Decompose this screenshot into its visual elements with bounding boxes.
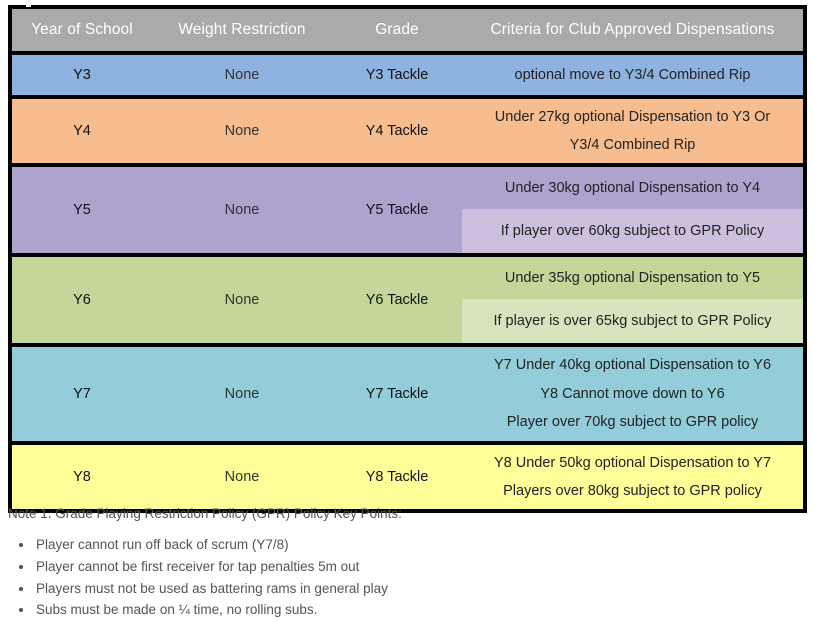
criteria-line: Y3/4 Combined Rip [569, 137, 696, 153]
criteria-cell: Y8 Under 50kg optional Dispensation to Y… [462, 441, 805, 511]
top-edge-artifact [26, 0, 31, 7]
weight-restriction-cell: None [152, 163, 332, 255]
criteria-line: Y7 Under 40kg optional Dispensation to Y… [493, 357, 772, 374]
criteria-line: Under 30kg optional Dispensation to Y4 [504, 179, 761, 196]
grade-cell: Y3 Tackle [332, 51, 462, 97]
table-header-row: Year of School Weight Restriction Grade Cri… [10, 7, 805, 53]
table-row: Y6 None Y6 Tackle Under 35kg optional Dispe… [10, 253, 805, 345]
criteria-cell: Under 35kg optional Dispensation to Y5 [462, 253, 805, 299]
year-cell: Y4 [10, 95, 152, 165]
grade-cell: Y8 Tackle [332, 441, 462, 511]
grade-cell: Y7 Tackle [332, 343, 462, 443]
grade-cell: Y6 Tackle [332, 253, 462, 345]
criteria-cell: optional move to Y3/4 Combined Rip [462, 51, 805, 97]
table-row: Y3 None Y3 Tackle optional move to Y3/4 Com… [10, 51, 805, 97]
grade-cell: Y5 Tackle [332, 163, 462, 255]
table-row: Y8 None Y8 Tackle Y8 Under 50kg optional Di… [10, 441, 805, 511]
year-cell: Y6 [10, 253, 152, 345]
column-header-3: Criteria for Club Approved Dispensations [462, 7, 805, 53]
criteria-line: If player is over 65kg subject to GPR Po… [493, 312, 772, 329]
notes-section: Note 1. Grade Playing Restriction Policy… [8, 505, 708, 621]
note-item: Player cannot be first receiver for tap … [34, 556, 708, 578]
grade-playing-restrictions-table: Year of School Weight Restriction Grade Cri… [8, 5, 807, 513]
criteria-cell: Under 27kg optional Dispensation to Y3 O… [462, 95, 805, 165]
note-item: Players must not be used as battering ra… [34, 578, 708, 600]
criteria-line: Players over 80kg subject to GPR policy [503, 483, 762, 499]
grade-cell: Y4 Tackle [332, 95, 462, 165]
year-cell: Y3 [10, 51, 152, 97]
table-row: Y5 None Y5 Tackle Under 30kg optional Dispe… [10, 163, 805, 255]
criteria-line: Y8 Under 50kg optional Dispensation to Y… [493, 454, 772, 471]
table-row: Y7 None Y7 Tackle Y7 Under 40kg optional Di… [10, 343, 805, 443]
weight-restriction-cell: None [152, 343, 332, 443]
weight-restriction-cell: None [152, 95, 332, 165]
note-item: Subs must be made on ¼ time, no rolling … [34, 599, 708, 621]
criteria-line: Under 35kg optional Dispensation to Y5 [504, 269, 761, 286]
criteria-cell: Under 30kg optional Dispensation to Y4 [462, 163, 805, 209]
table-row: Y4 None Y4 Tackle Under 27kg optional Dispe… [10, 95, 805, 165]
column-header-2: Grade [332, 7, 462, 53]
criteria-line: Player over 70kg subject to GPR policy [506, 414, 759, 431]
criteria-line: Y8 Cannot move down to Y6 [540, 385, 725, 402]
year-cell: Y7 [10, 343, 152, 443]
notes-title: Note 1. Grade Playing Restriction Policy… [8, 506, 402, 521]
note-item: Player cannot run off back of scrum (Y7/… [34, 534, 708, 556]
criteria-line: Under 27kg optional Dispensation to Y3 O… [494, 108, 771, 125]
criteria-cell: If player is over 65kg subject to GPR Po… [462, 299, 805, 345]
criteria-cell: If player over 60kg subject to GPR Polic… [462, 209, 805, 255]
grading-table-container: Year of School Weight Restriction Grade Cri… [8, 5, 807, 513]
weight-restriction-cell: None [152, 253, 332, 345]
notes-list: Player cannot run off back of scrum (Y7/… [8, 534, 708, 621]
criteria-line: If player over 60kg subject to GPR Polic… [500, 222, 765, 239]
weight-restriction-cell: None [152, 51, 332, 97]
criteria-line: optional move to Y3/4 Combined Rip [514, 66, 751, 83]
year-cell: Y8 [10, 441, 152, 511]
criteria-cell: Y7 Under 40kg optional Dispensation to Y… [462, 343, 805, 443]
table-body: Year of School Weight Restriction Grade Cri… [10, 7, 805, 511]
column-header-0: Year of School [10, 7, 152, 53]
year-cell: Y5 [10, 163, 152, 255]
column-header-1: Weight Restriction [152, 7, 332, 53]
weight-restriction-cell: None [152, 441, 332, 511]
